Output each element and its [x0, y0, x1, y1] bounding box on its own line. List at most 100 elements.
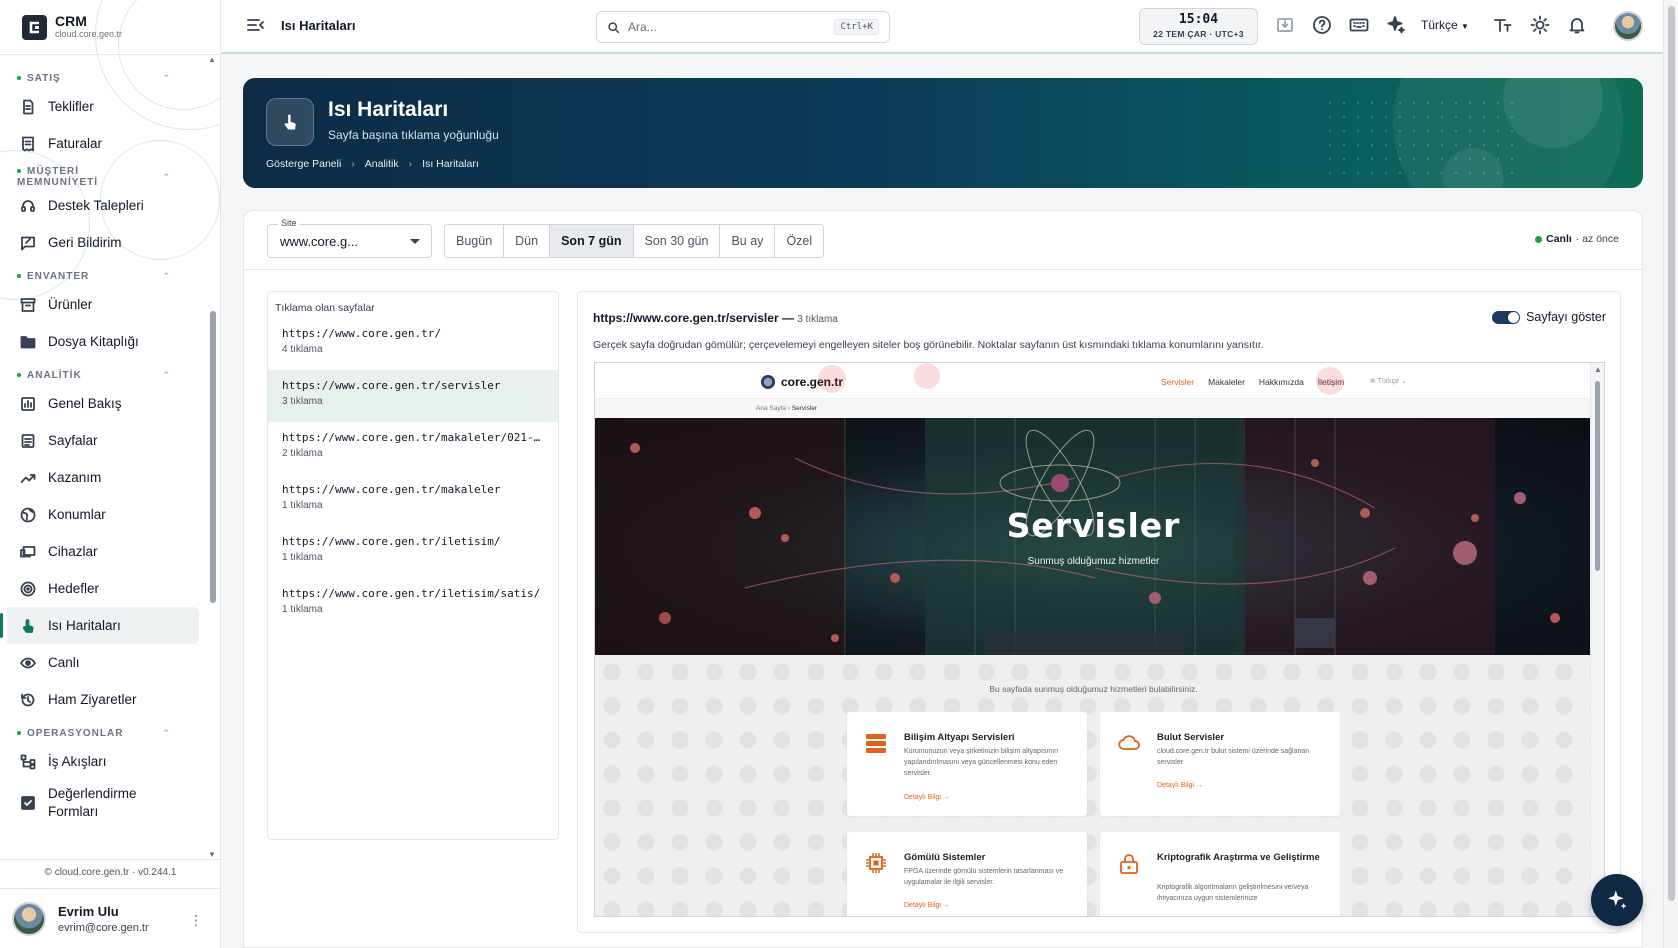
list-item[interactable]: https://www.core.gen.tr/makaleler 1 tıkl… — [268, 474, 558, 526]
sidebar-item-canli[interactable]: Canlı — [0, 644, 199, 681]
bell-icon[interactable] — [1567, 15, 1587, 35]
service-title: Bilişim Altyapı Servisleri — [904, 732, 1015, 743]
range-last-7-days[interactable]: Son 7 gün — [550, 225, 634, 257]
section-analytics[interactable]: ANALİTİK ⌃ — [0, 360, 207, 385]
feedback-icon — [21, 236, 35, 250]
scroll-up-arrow-icon[interactable]: ▲ — [208, 55, 216, 64]
keyboard-icon[interactable] — [1349, 15, 1369, 35]
chevron-right-icon: › — [351, 158, 355, 170]
sidebar-item-dosya-kitapligi[interactable]: Dosya Kitaplığı — [0, 323, 199, 360]
scroll-up-arrow-icon[interactable]: ▲ — [1594, 365, 1602, 374]
service-link[interactable]: Detaylı Bilgi → — [1157, 782, 1203, 789]
page-url: https://www.core.gen.tr/servisler — [282, 379, 501, 392]
devices-icon — [20, 545, 36, 557]
service-card[interactable]: Kriptografik Araştırma ve Geliştirme Kri… — [1100, 832, 1340, 916]
embedded-nav-link[interactable]: Servisler — [1161, 377, 1194, 387]
list-item[interactable]: https://www.core.gen.tr/servisler 3 tıkl… — [268, 370, 558, 422]
menu-collapse-icon[interactable] — [247, 17, 265, 33]
breadcrumb-link-analytics[interactable]: Analitik — [365, 158, 399, 170]
embedded-page-frame[interactable]: core.gen.tr Servisler Makaleler Hakkımız… — [594, 362, 1605, 917]
avatar[interactable] — [1613, 11, 1643, 41]
service-card[interactable]: Bilişim Altyapı Servisleri Kurumunuzun v… — [847, 712, 1087, 816]
pages-list-panel: Tıklama olan sayfalar https://www.core.g… — [267, 291, 559, 840]
banner-title: Isı Haritaları — [328, 98, 449, 121]
section-sales[interactable]: SATIŞ ⌃ — [0, 63, 207, 88]
live-label: Canlı — [1546, 233, 1572, 245]
section-inventory[interactable]: ENVANTER ⌃ — [0, 261, 207, 286]
click-count: 1 tıklama — [282, 500, 323, 511]
live-updated: · az önce — [1575, 233, 1619, 245]
sidebar-item-isi-haritalari[interactable]: Isı Haritaları — [0, 607, 199, 644]
sidebar-item-hedefler[interactable]: Hedefler — [0, 570, 199, 607]
sidebar-item-is-akislari[interactable]: İş Akışları — [0, 743, 199, 780]
search-input[interactable] — [628, 20, 835, 34]
panel-title: Tıklama olan sayfalar — [275, 302, 375, 314]
user-profile[interactable]: Evrim Ulu evrim@core.gen.tr ⋮ — [0, 888, 220, 948]
target-icon — [20, 581, 36, 596]
language-selector[interactable]: Türkçe ▼ — [1421, 18, 1469, 32]
sidebar-item-genel-bakis[interactable]: Genel Bakış — [0, 385, 199, 422]
service-card[interactable]: Gömülü Sistemler FPGA üzerinde gömülü si… — [847, 832, 1087, 916]
service-desc: FPGA üzerinde gömülü sistemlerin tasarla… — [904, 868, 1064, 886]
embedded-breadcrumb: Ana Sayfa › Servisler — [756, 405, 817, 412]
sidebar-scrollbar[interactable]: ▲ ▼ — [207, 55, 219, 859]
chevron-up-icon: ⌃ — [162, 171, 171, 182]
list-item[interactable]: https://www.core.gen.tr/iletisim/satis/ … — [268, 578, 558, 630]
sidebar-item-degerlendirme-formlari[interactable]: Değerlendirme Formları — [0, 780, 199, 826]
sidebar-item-teklifler[interactable]: Teklifler — [0, 88, 199, 125]
list-item[interactable]: https://www.core.gen.tr/makaleler/021-… … — [268, 422, 558, 474]
click-count: 1 tıklama — [282, 604, 323, 615]
range-custom[interactable]: Özel — [775, 225, 824, 257]
service-title: Gömülü Sistemler — [904, 852, 986, 863]
sidebar-item-sayfalar[interactable]: Sayfalar — [0, 422, 199, 459]
toggle-switch[interactable] — [1492, 310, 1521, 324]
range-today[interactable]: Bugün — [445, 225, 505, 257]
range-last-30-days[interactable]: Son 30 gün — [633, 225, 721, 257]
page-scrollbar[interactable] — [1663, 0, 1678, 948]
service-link[interactable]: Detaylı Bilgi → — [904, 902, 950, 909]
sidebar-item-kazanim[interactable]: Kazanım — [0, 459, 199, 496]
selected-url: https://www.core.gen.tr/servisler — [593, 311, 779, 325]
site-select[interactable]: Site www.core.g... — [267, 218, 432, 258]
folder-icon — [20, 335, 36, 348]
theme-icon[interactable] — [1530, 15, 1550, 35]
sidebar-item-faturalar[interactable]: Faturalar — [0, 125, 199, 162]
sidebar-item-geri-bildirim[interactable]: Geri Bildirim — [0, 224, 199, 261]
breadcrumb-link-dashboard[interactable]: Gösterge Paneli — [266, 158, 341, 170]
scroll-down-arrow-icon[interactable]: ▼ — [208, 850, 216, 859]
embedded-language[interactable]: ⊕ Türkçe ⌄ — [1370, 377, 1407, 385]
range-yesterday[interactable]: Dün — [504, 225, 551, 257]
text-size-icon[interactable] — [1493, 15, 1513, 35]
service-card[interactable]: Bulut Servisler cloud.core.gen.tr bulut … — [1100, 712, 1340, 816]
more-vertical-icon[interactable]: ⋮ — [189, 912, 203, 929]
show-page-toggle[interactable]: Sayfayı göster — [1492, 310, 1606, 324]
brand[interactable]: CRM cloud.core.gen.tr — [22, 14, 122, 40]
section-operations[interactable]: OPERASYONLAR ⌃ — [0, 718, 207, 743]
sidebar-item-cihazlar[interactable]: Cihazlar — [0, 533, 199, 570]
sidebar-item-ham-ziyaretler[interactable]: Ham Ziyaretler — [0, 681, 199, 718]
sparkle-icon[interactable] — [1386, 15, 1406, 35]
search-box[interactable]: Ctrl+K — [596, 11, 890, 43]
section-title: ANALİTİK — [27, 369, 82, 381]
help-icon[interactable] — [1312, 15, 1332, 35]
list-item[interactable]: https://www.core.gen.tr/iletisim/ 1 tıkl… — [268, 526, 558, 578]
scrollbar-thumb[interactable] — [1668, 6, 1675, 901]
scrollbar-thumb[interactable] — [210, 311, 216, 603]
range-this-month[interactable]: Bu ay — [720, 225, 776, 257]
ai-assistant-button[interactable] — [1591, 874, 1643, 926]
list-item[interactable]: https://www.core.gen.tr/ 4 tıklama — [268, 318, 558, 370]
embedded-nav-link[interactable]: Hakkımızda — [1259, 377, 1304, 387]
caret-down-icon — [410, 239, 420, 244]
sidebar-item-destek-talepleri[interactable]: Destek Talepleri — [0, 187, 199, 224]
sidebar-item-konumlar[interactable]: Konumlar — [0, 496, 199, 533]
breadcrumb-current: Servisler — [791, 405, 818, 412]
chevron-up-icon: ⌃ — [162, 727, 171, 738]
embedded-scrollbar[interactable]: ▲ — [1590, 363, 1604, 916]
breadcrumb-home[interactable]: Ana Sayfa — [756, 405, 786, 412]
scrollbar-thumb[interactable] — [1595, 381, 1600, 571]
service-link[interactable]: Detaylı Bilgi → — [904, 794, 950, 801]
section-customer-satisfaction[interactable]: MÜŞTERİ MEMNUNİYETİ ⌃ — [0, 162, 207, 188]
install-icon[interactable] — [1275, 15, 1295, 35]
sidebar-item-urunler[interactable]: Ürünler — [0, 286, 199, 323]
embedded-nav-link[interactable]: Makaleler — [1208, 377, 1245, 387]
